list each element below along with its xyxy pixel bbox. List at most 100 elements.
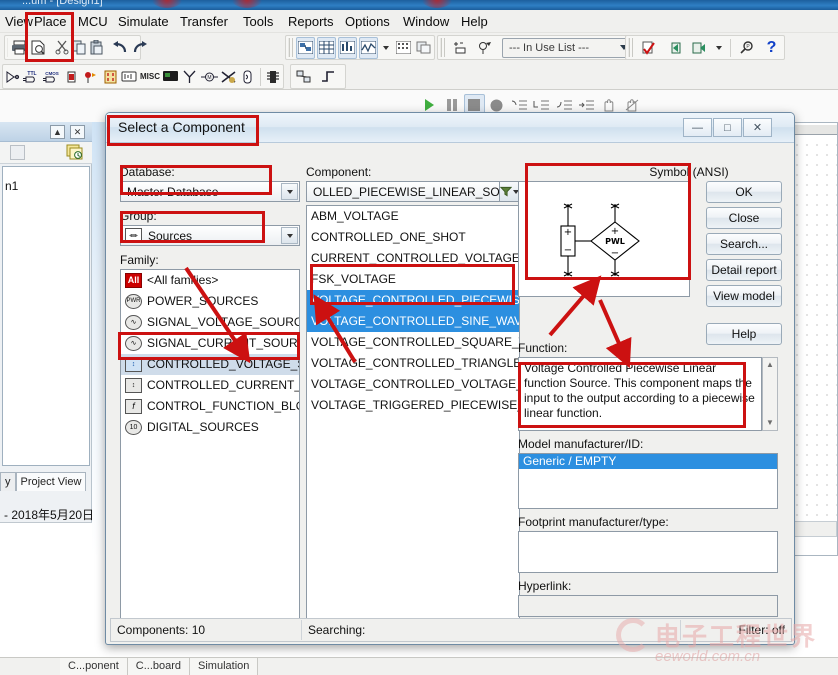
place-hierarchy-icon[interactable] <box>239 66 256 88</box>
place-component-icon[interactable] <box>449 37 472 59</box>
panel-close-button[interactable]: ✕ <box>70 125 85 139</box>
place-rf-icon[interactable] <box>181 66 198 88</box>
menu-reports[interactable]: Reports <box>283 12 339 31</box>
cut-icon[interactable] <box>55 37 70 59</box>
bottom-tab-component[interactable]: C...ponent <box>60 658 128 675</box>
place-indicator-icon[interactable] <box>102 66 119 88</box>
help-icon[interactable]: ? <box>760 37 783 59</box>
new-sheet-icon[interactable] <box>10 145 25 160</box>
tab-hierarchy[interactable]: y <box>0 472 16 491</box>
toolbar-grip-3[interactable] <box>440 38 446 57</box>
grapher-icon[interactable] <box>316 36 336 59</box>
family-list-item[interactable]: 10 DIGITAL_SOURCES <box>121 417 299 438</box>
menu-window[interactable]: Window <box>398 12 454 31</box>
component-list-item[interactable]: VOLTAGE_TRIGGERED_PIECEWISE_LINEA <box>307 395 519 416</box>
component-listbox[interactable]: ABM_VOLTAGE CONTROLLED_ONE_SHOT CURRENT_… <box>306 205 520 621</box>
model-manufacturer-listbox[interactable]: Generic / EMPTY <box>518 453 778 509</box>
place-misc-icon[interactable]: MISC <box>140 66 160 88</box>
place-junction-icon[interactable] <box>474 37 497 59</box>
bottom-tab-simulation[interactable]: Simulation <box>190 658 259 675</box>
component-list-item-selected[interactable]: VOLTAGE_CONTROLLED_PIECEWISE_LIN <box>307 290 519 311</box>
bottom-tab-copperboard[interactable]: C...board <box>127 658 191 675</box>
chevron-down-icon-group[interactable] <box>281 227 298 244</box>
panel-collapse-button[interactable]: ▲ <box>50 125 65 139</box>
menu-simulate[interactable]: Simulate <box>113 12 174 31</box>
place-ic-icon[interactable] <box>265 66 282 88</box>
place-electromech-icon[interactable]: M <box>200 66 218 88</box>
detail-report-button[interactable]: Detail report <box>706 259 782 281</box>
analysis-icon[interactable] <box>358 36 378 59</box>
toolbar-grip-4[interactable] <box>628 38 634 57</box>
undo-icon[interactable] <box>112 37 129 59</box>
search-button[interactable]: Search... <box>706 233 782 255</box>
forward-annotate-icon[interactable] <box>687 37 710 59</box>
menu-help[interactable]: Help <box>456 12 493 31</box>
copy-icon[interactable] <box>72 37 87 59</box>
close-button[interactable]: Close <box>706 207 782 229</box>
place-bus-icon[interactable] <box>292 66 315 88</box>
place-transistor-icon[interactable] <box>82 66 99 88</box>
group-combo[interactable]: ⏛ Sources <box>120 225 300 246</box>
model-manufacturer-item-selected[interactable]: Generic / EMPTY <box>519 454 777 469</box>
erc-check-icon[interactable] <box>637 37 660 59</box>
family-list-item[interactable]: ∿ SIGNAL_VOLTAGE_SOURCES <box>121 312 299 333</box>
database-combo[interactable]: Master Database <box>120 181 300 202</box>
paste-icon[interactable] <box>89 37 104 59</box>
back-annotate-icon[interactable] <box>662 37 685 59</box>
place-digital-icon[interactable] <box>317 66 340 88</box>
family-list-item[interactable]: All <All families> <box>121 270 299 291</box>
dialog-maximize-button[interactable]: □ <box>713 118 742 137</box>
view-model-button[interactable]: View model <box>706 285 782 307</box>
postprocessor-icon[interactable] <box>337 36 357 59</box>
menu-mcu[interactable]: MCU <box>73 12 113 31</box>
component-list-item[interactable]: VOLTAGE_CONTROLLED_SQUARE_WAVE <box>307 332 519 353</box>
component-list-item[interactable]: VOLTAGE_CONTROLLED_VOLTAGE_SOUR <box>307 374 519 395</box>
help-button[interactable]: Help <box>706 323 782 345</box>
menu-tools[interactable]: Tools <box>238 12 278 31</box>
dialog-titlebar[interactable]: Select a Component — □ ✕ <box>106 113 794 143</box>
component-list-item[interactable]: CONTROLLED_ONE_SHOT <box>307 227 519 248</box>
hyperlink-field[interactable] <box>518 595 778 617</box>
family-list-item[interactable]: f CONTROL_FUNCTION_BLOCKS <box>121 396 299 417</box>
chevron-down-icon-3[interactable] <box>716 45 722 50</box>
history-stack-icon[interactable] <box>66 144 84 161</box>
filter-icon[interactable] <box>499 181 520 202</box>
component-list-item[interactable]: CURRENT_CONTROLLED_VOLTAGE_SOUR <box>307 248 519 269</box>
family-list-item[interactable]: ∿ SIGNAL_CURRENT_SOURCES <box>121 333 299 354</box>
scroll-up-arrow-icon[interactable]: ▲ <box>766 358 774 372</box>
redo-icon[interactable] <box>131 37 148 59</box>
component-list-item-selected-2[interactable]: VOLTAGE_CONTROLLED_SINE_WAVE <box>307 311 519 332</box>
menu-place[interactable]: Place <box>29 12 72 31</box>
footprint-field[interactable] <box>518 531 778 573</box>
component-list-item[interactable]: VOLTAGE_CONTROLLED_TRIANGLE_WAV <box>307 353 519 374</box>
menu-options[interactable]: Options <box>340 12 395 31</box>
ok-button[interactable]: OK <box>706 181 782 203</box>
spreadsheet-view-icon[interactable] <box>394 37 413 59</box>
dialog-minimize-button[interactable]: — <box>683 118 712 137</box>
design-tree-item[interactable]: n1 <box>5 179 18 193</box>
menu-transfer[interactable]: Transfer <box>175 12 233 31</box>
dialog-close-button[interactable]: ✕ <box>743 118 772 137</box>
in-use-list-combo[interactable]: --- In Use List --- <box>502 37 634 58</box>
component-search-field[interactable]: OLLED_PIECEWISE_LINEAR_SOURCE <box>306 181 534 202</box>
chevron-down-icon-database[interactable] <box>281 183 298 200</box>
zoom-search-icon[interactable]: P <box>735 37 758 59</box>
scroll-down-arrow-icon[interactable]: ▼ <box>766 416 774 430</box>
design-tree[interactable]: n1 <box>2 166 90 466</box>
place-cmos-icon[interactable]: CMOS <box>43 66 61 88</box>
function-vscrollbar[interactable]: ▲ ▼ <box>762 357 778 431</box>
place-power-icon[interactable] <box>121 66 138 88</box>
print-icon[interactable] <box>11 37 28 59</box>
place-source-icon[interactable] <box>4 66 21 88</box>
component-list-item[interactable]: FSK_VOLTAGE <box>307 269 519 290</box>
chevron-down-icon[interactable] <box>382 45 389 50</box>
place-connector-icon[interactable] <box>220 66 237 88</box>
family-listbox[interactable]: All <All families> PWR POWER_SOURCES ∿ SIGN… <box>120 269 300 621</box>
print-preview-icon[interactable] <box>30 37 47 59</box>
toolbar-grip[interactable] <box>7 38 8 57</box>
schematic-view-icon[interactable] <box>296 36 315 59</box>
family-list-item[interactable]: ↕ CONTROLLED_CURRENT_SOU <box>121 375 299 396</box>
place-display-icon[interactable] <box>162 66 179 88</box>
place-ttl-icon[interactable]: TTL <box>23 66 41 88</box>
family-list-item[interactable]: PWR POWER_SOURCES <box>121 291 299 312</box>
